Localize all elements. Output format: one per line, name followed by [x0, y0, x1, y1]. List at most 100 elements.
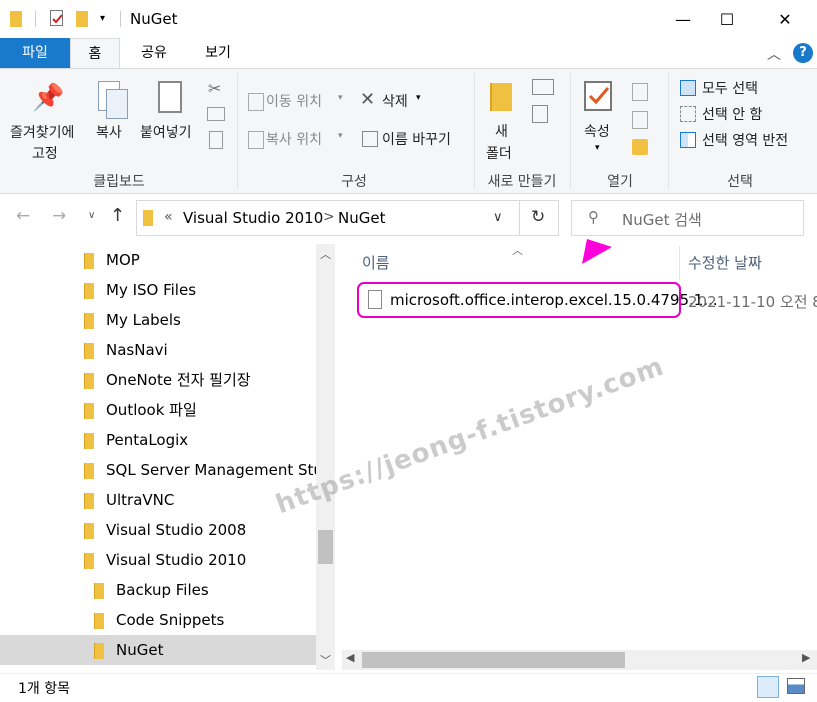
- new-folder-qat-icon[interactable]: [76, 11, 88, 27]
- folder-icon: [84, 342, 94, 359]
- tree-item-my-iso-files[interactable]: My ISO Files: [0, 275, 316, 305]
- tree-item-outlook[interactable]: Outlook 파일: [0, 395, 316, 425]
- delete-dropdown-icon: ▾: [416, 93, 421, 103]
- tree-item-vs2010[interactable]: Visual Studio 2010: [0, 545, 316, 575]
- status-bar: 1개 항목: [0, 673, 817, 702]
- history-icon[interactable]: [632, 139, 648, 155]
- folder-icon: [84, 312, 94, 329]
- open-icon[interactable]: [632, 83, 648, 101]
- refresh-icon[interactable]: ↻: [531, 207, 545, 227]
- maximize-button[interactable]: ☐: [704, 0, 750, 38]
- tree-scroll-thumb[interactable]: [318, 530, 333, 564]
- tree-item-vs2008[interactable]: Visual Studio 2008: [0, 515, 316, 545]
- file-list-horizontal-scrollbar[interactable]: ◀ ▶: [342, 650, 817, 670]
- column-header-name[interactable]: 이름: [362, 252, 390, 273]
- properties-dropdown-icon: ▾: [595, 143, 600, 153]
- title-divider: [120, 11, 121, 27]
- breadcrumb-visual-studio-2010[interactable]: Visual Studio 2010: [183, 209, 323, 227]
- up-icon[interactable]: ↑: [110, 205, 125, 226]
- copy-label: 복사: [96, 125, 122, 141]
- scroll-down-icon[interactable]: ﹀: [320, 652, 331, 668]
- file-list-scroll-thumb[interactable]: [362, 652, 625, 668]
- select-all-button[interactable]: 모두 선택: [678, 77, 778, 99]
- details-view-icon[interactable]: [757, 676, 779, 698]
- window-title: NuGet: [130, 10, 178, 28]
- move-to-dropdown-icon: ▾: [338, 93, 343, 103]
- tree-item-pentalogix[interactable]: PentaLogix: [0, 425, 316, 455]
- tree-item-nasnavi[interactable]: NasNavi: [0, 335, 316, 365]
- new-folder-button[interactable]: 새 폴더: [478, 77, 524, 163]
- address-bar[interactable]: « Visual Studio 2010 > NuGet ∨ ↻: [136, 200, 559, 236]
- properties-button[interactable]: 속성 ▾: [578, 77, 622, 163]
- qat-dropdown-icon[interactable]: ▾: [100, 13, 105, 24]
- forward-icon[interactable]: →: [52, 206, 66, 226]
- properties-label: 속성: [584, 124, 610, 140]
- scroll-right-icon[interactable]: ▶: [802, 651, 810, 664]
- scroll-up-icon[interactable]: ︿: [320, 246, 331, 262]
- tree-item-mop[interactable]: MOP: [0, 245, 316, 275]
- pin-button[interactable]: 📌 즐겨찾기에 고정: [6, 77, 92, 162]
- tree-item-sql-server[interactable]: SQL Server Management Studi: [0, 455, 316, 485]
- folder-icon: [94, 612, 104, 629]
- tree-item-backup-files[interactable]: Backup Files: [0, 575, 316, 605]
- delete-label: 삭제: [382, 94, 408, 110]
- help-icon[interactable]: ?: [793, 43, 813, 63]
- column-header-date[interactable]: 수정한 날짜: [688, 252, 762, 273]
- tab-file[interactable]: 파일: [0, 38, 70, 68]
- minimize-button[interactable]: —: [660, 0, 706, 38]
- folder-icon: [94, 642, 104, 659]
- tree-item-onenote[interactable]: OneNote 전자 필기장: [0, 365, 316, 395]
- copy-to-button[interactable]: 복사 위치 ▾: [246, 127, 346, 151]
- easy-access-icon[interactable]: [532, 105, 548, 123]
- tree-item-ultravnc[interactable]: UltraVNC: [0, 485, 316, 515]
- delete-button[interactable]: ✕ 삭제 ▾: [360, 89, 430, 113]
- ribbon: 📌 즐겨찾기에 고정 복사 붙여넣기 ✂ 클립보드 이동 위치 ▾ 복사 위치 …: [0, 68, 817, 194]
- large-icons-view-icon[interactable]: [787, 678, 805, 694]
- breadcrumb-separator[interactable]: >: [323, 209, 335, 225]
- edit-icon[interactable]: [632, 111, 648, 129]
- navigation-pane: MOP My ISO Files My Labels NasNavi OneNo…: [0, 244, 316, 670]
- search-input[interactable]: NuGet 검색: [622, 209, 702, 230]
- invert-selection-button[interactable]: 선택 영역 반전: [678, 129, 808, 151]
- paste-button[interactable]: 붙여넣기: [138, 77, 202, 147]
- back-icon[interactable]: ←: [16, 206, 30, 226]
- folder-icon: [84, 492, 94, 509]
- select-all-label: 모두 선택: [702, 81, 758, 97]
- pin-label-1: 즐겨찾기에: [10, 125, 75, 141]
- organize-group-label: 구성: [341, 174, 367, 190]
- rename-button[interactable]: 이름 바꾸기: [360, 127, 470, 151]
- properties-qat-icon[interactable]: [50, 10, 63, 26]
- tree-vertical-scrollbar[interactable]: ︿ ﹀: [316, 244, 335, 670]
- folder-icon: [84, 282, 94, 299]
- tab-view[interactable]: 보기: [188, 38, 248, 68]
- search-box[interactable]: ⚲ NuGet 검색: [571, 200, 804, 236]
- close-button[interactable]: ✕: [762, 0, 808, 38]
- move-to-button[interactable]: 이동 위치 ▾: [246, 89, 346, 113]
- breadcrumb-nuget[interactable]: NuGet: [338, 209, 385, 227]
- recent-dropdown-icon[interactable]: ∨: [88, 210, 95, 221]
- scroll-left-icon[interactable]: ◀: [346, 651, 354, 664]
- copy-to-dropdown-icon: ▾: [338, 131, 343, 141]
- sort-indicator-icon: ︿: [512, 244, 523, 257]
- tab-home[interactable]: 홈: [70, 38, 120, 68]
- tree-item-code-snippets[interactable]: Code Snippets: [0, 605, 316, 635]
- copy-to-label: 복사 위치: [266, 132, 322, 148]
- copy-button[interactable]: 복사: [94, 77, 132, 147]
- address-overflow[interactable]: «: [164, 209, 173, 225]
- folder-app-icon: [10, 11, 22, 27]
- paste-icon: [158, 81, 182, 113]
- folder-icon: [84, 372, 94, 389]
- tree-item-nuget[interactable]: NuGet: [0, 635, 316, 665]
- folder-icon: [84, 402, 94, 419]
- copy-path-icon[interactable]: [207, 107, 225, 121]
- paste-shortcut-icon[interactable]: [209, 131, 223, 149]
- address-dropdown-icon[interactable]: ∨: [493, 210, 503, 225]
- new-item-icon[interactable]: [532, 79, 554, 95]
- select-none-button[interactable]: 선택 안 함: [678, 103, 778, 125]
- collapse-ribbon-icon[interactable]: ︿: [767, 44, 781, 64]
- select-group-label: 선택: [727, 174, 753, 190]
- tree-item-my-labels[interactable]: My Labels: [0, 305, 316, 335]
- tab-share[interactable]: 공유: [124, 38, 184, 68]
- cut-icon[interactable]: ✂: [208, 79, 221, 98]
- move-to-icon: [248, 93, 264, 111]
